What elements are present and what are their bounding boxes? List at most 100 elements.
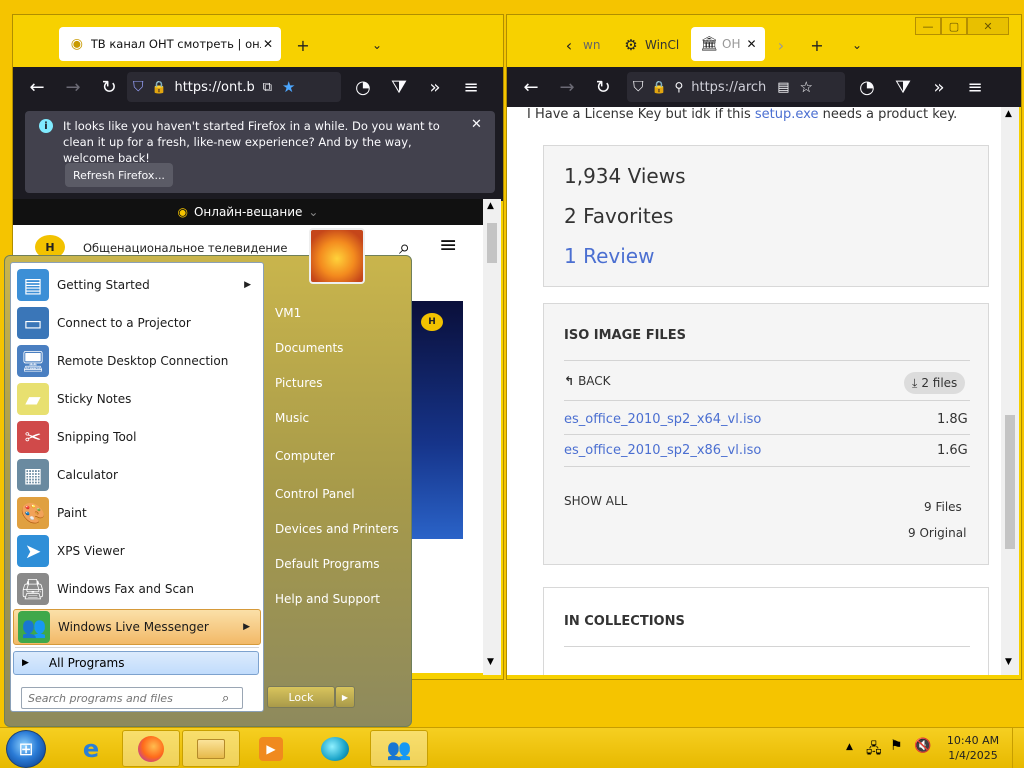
scroll-thumb[interactable] (1005, 415, 1015, 549)
tab-wn[interactable]: wn (583, 38, 600, 52)
video-thumbnail[interactable]: Н (409, 301, 463, 539)
views-count: 1,934 Views (564, 164, 686, 188)
tab-list-chevron-down-icon[interactable]: ⌄ (367, 35, 387, 55)
program-item[interactable]: ▤ Getting Started ▶ (13, 267, 261, 303)
program-item[interactable]: 🖥 Remote Desktop Connection (13, 343, 261, 379)
back-arrow-icon[interactable]: ← (19, 77, 55, 98)
overflow-chevrons-icon[interactable]: » (417, 77, 453, 98)
tray-clock[interactable]: 10:40 AM 1/4/2025 (944, 733, 1002, 763)
refresh-firefox-button[interactable]: Refresh Firefox... (65, 163, 173, 187)
files-badge[interactable]: ⤓ 2 files (904, 372, 966, 394)
taskbar-firefox[interactable] (122, 730, 180, 767)
program-item[interactable]: ✂ Snipping Tool (13, 419, 261, 455)
taskbar-media-player[interactable]: ▶ (242, 730, 300, 767)
iso-file-x64-link[interactable]: es_office_2010_sp2_x64_vl.iso (564, 412, 761, 427)
program-item[interactable]: ▦ Calculator (13, 457, 261, 493)
tab-scroll-left-icon[interactable]: ‹ (559, 35, 579, 55)
search-input[interactable] (28, 691, 218, 705)
live-dot-icon: ◉ (177, 205, 188, 219)
taskbar-ie[interactable]: e (62, 730, 120, 767)
back-arrow-icon[interactable]: ← (513, 77, 549, 98)
left-active-tab[interactable]: ◉ ТВ канал ОНТ смотреть | онла ✕ (59, 27, 281, 61)
start-right-item[interactable]: Devices and Printers (267, 514, 409, 544)
right-active-tab[interactable]: 🏛 OH ✕ (691, 27, 765, 61)
start-right-item[interactable]: VM1 (267, 298, 409, 328)
picture-in-picture-icon[interactable]: ⧉ (263, 80, 272, 95)
forward-arrow-icon[interactable]: → (549, 77, 585, 98)
scroll-up-icon[interactable]: ▲ (487, 201, 494, 211)
left-url-bar[interactable]: ⛉ 🔒 https://ont.b ⧉ ★ (127, 72, 341, 102)
tray-show-hidden-icon[interactable]: ▲ (846, 742, 853, 752)
minimize-icon[interactable]: — (915, 17, 941, 35)
taskbar-explorer[interactable] (182, 730, 240, 767)
start-right-item[interactable]: Music (267, 403, 409, 433)
right-scrollbar[interactable]: ▲ ▼ (1001, 107, 1019, 675)
permissions-icon[interactable]: ⚲ (674, 80, 683, 94)
program-label: Sticky Notes (57, 392, 132, 406)
tab-close-icon[interactable]: ✕ (263, 37, 273, 51)
setup-exe-link[interactable]: setup.exe (755, 107, 819, 122)
notification-close-icon[interactable]: ✕ (471, 117, 482, 132)
close-icon[interactable]: ✕ (967, 17, 1009, 35)
maximize-icon[interactable]: ▢ (941, 17, 967, 35)
program-item[interactable]: 👥 Windows Live Messenger ▶ (13, 609, 261, 645)
start-right-item[interactable]: Computer (267, 441, 409, 471)
reader-view-icon[interactable]: ▤ (777, 80, 789, 95)
live-broadcast-bar[interactable]: ◉ Онлайн-вещание ⌄ (13, 199, 483, 225)
start-right-item[interactable]: Default Programs (267, 549, 409, 579)
taskbar-messenger-live[interactable] (306, 730, 364, 767)
left-scrollbar[interactable]: ▲ ▼ (483, 199, 501, 675)
scroll-down-icon[interactable]: ▼ (487, 657, 494, 667)
tray-network-icon[interactable]: 🖧 (866, 738, 882, 762)
hamburger-menu-icon[interactable]: ≡ (453, 77, 489, 98)
start-right-item[interactable]: Help and Support (267, 584, 409, 614)
all-programs-label: All Programs (48, 656, 125, 670)
start-button[interactable]: ⊞ (6, 730, 46, 768)
right-url-bar[interactable]: ⛉ 🔒 ⚲ https://arch ▤ ☆ (627, 72, 845, 102)
bookmark-star-icon[interactable]: ★ (282, 78, 295, 96)
site-menu-icon[interactable]: ≡ (439, 233, 457, 258)
program-item[interactable]: ▰ Sticky Notes (13, 381, 261, 417)
show-desktop-button[interactable] (1012, 728, 1024, 768)
program-item[interactable]: ▭ Connect to a Projector (13, 305, 261, 341)
start-right-item[interactable]: Control Panel (267, 479, 409, 509)
start-right-item[interactable]: Documents (267, 333, 409, 363)
tab-scroll-right-icon[interactable]: › (771, 35, 791, 55)
new-tab-icon[interactable]: + (807, 35, 827, 55)
reload-icon[interactable]: ↻ (91, 77, 127, 98)
reviews-link[interactable]: 1 Review (564, 244, 654, 268)
tray-flag-icon[interactable]: ⚑ (890, 738, 903, 754)
search-box[interactable]: ⌕ (21, 687, 243, 709)
all-programs-button[interactable]: ▶ All Programs (13, 651, 259, 675)
firefox-view-icon[interactable]: ◔ (849, 77, 885, 98)
program-item[interactable]: 🖨 Windows Fax and Scan (13, 571, 261, 607)
firefox-view-icon[interactable]: ◔ (345, 77, 381, 98)
power-options-button[interactable]: ▶ (335, 686, 355, 708)
show-all-link[interactable]: SHOW ALL (564, 494, 627, 508)
right-browser-window: — ▢ ✕ ‹ wn ⚙ WinCl 🏛 OH ✕ › + ⌄ ← → ↻ ⛉ … (506, 14, 1022, 680)
new-tab-icon[interactable]: + (293, 35, 313, 55)
reload-icon[interactable]: ↻ (585, 77, 621, 98)
tab-list-chevron-down-icon[interactable]: ⌄ (847, 35, 867, 55)
back-button[interactable]: ↰ BACK (564, 374, 611, 388)
iso-file-x86-link[interactable]: es_office_2010_sp2_x86_vl.iso (564, 443, 761, 458)
taskbar-messenger[interactable]: 👥 (370, 730, 428, 767)
scroll-up-icon[interactable]: ▲ (1005, 109, 1012, 119)
start-right-item[interactable]: Pictures (267, 368, 409, 398)
hamburger-menu-icon[interactable]: ≡ (957, 77, 993, 98)
lock-button[interactable]: Lock (267, 686, 335, 708)
bookmark-star-icon[interactable]: ☆ (800, 78, 813, 96)
scroll-down-icon[interactable]: ▼ (1005, 657, 1012, 667)
overflow-chevrons-icon[interactable]: » (921, 77, 957, 98)
tab-close-icon[interactable]: ✕ (746, 37, 756, 51)
program-item[interactable]: ➤ XPS Viewer (13, 533, 261, 569)
forward-arrow-icon[interactable]: → (55, 77, 91, 98)
user-picture[interactable] (309, 228, 365, 284)
extensions-icon[interactable]: ⧩ (885, 77, 921, 98)
search-magnifier-icon[interactable]: ⌕ (222, 691, 229, 706)
tray-volume-muted-icon[interactable]: 🔇 (914, 738, 931, 754)
program-item[interactable]: 🎨 Paint (13, 495, 261, 531)
extensions-icon[interactable]: ⧩ (381, 77, 417, 98)
tab-wincl[interactable]: WinCl (645, 38, 679, 52)
scroll-thumb[interactable] (487, 223, 497, 263)
